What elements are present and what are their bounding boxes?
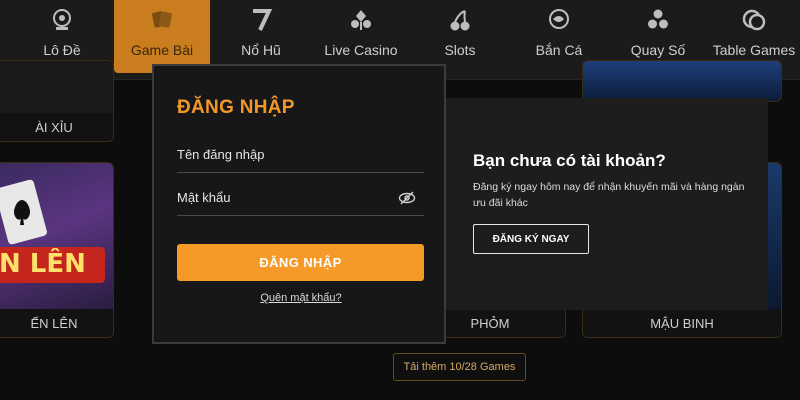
game-card-tai-xiu[interactable]: ÀI XỈU [0,60,114,142]
fish-icon [543,4,575,36]
password-field[interactable] [177,180,424,216]
cherry-icon [444,4,476,36]
playing-cards-icon [146,4,178,36]
load-more-button[interactable]: Tải thêm 10/28 Games [393,353,526,381]
game-card-top-right[interactable] [582,60,782,102]
register-title: Bạn chưa có tài khoản? [473,151,666,170]
register-description: Đăng ký ngay hôm nay để nhận khuyến mãi … [473,181,745,209]
nav-label: Table Games [712,42,796,58]
login-modal: ĐĂNG NHẬP ĐĂNG NHẬP Quên mật khẩu? [152,64,446,344]
game-thumbnail [583,61,781,101]
password-input[interactable] [177,180,424,215]
nav-item-live-casino[interactable]: Live Casino [318,0,404,72]
nav-label: Slots [444,42,476,58]
nav-label: Quay Số [630,42,686,58]
nav-label: Game Bài [130,42,194,58]
login-title: ĐĂNG NHẬP [177,97,295,118]
lottery-balls-icon [642,4,674,36]
chips-icon [738,4,770,36]
game-card-title: ẾN LÊN [0,309,113,337]
nav-label: Bắn Cá [535,42,583,58]
game-art-image [0,179,105,283]
game-art-label: N LÊN [0,249,86,279]
game-card-tien-len[interactable]: N LÊN ẾN LÊN [0,162,114,338]
nav-label: Lô Đề [43,42,81,58]
nav-item-slots[interactable]: Slots [430,0,490,72]
register-button[interactable]: ĐĂNG KÝ NGAY [473,224,589,254]
slot-seven-icon [245,4,277,36]
forgot-password-link[interactable]: Quên mật khẩu? [154,292,448,304]
nav-label: Nổ Hũ [241,42,281,58]
username-field[interactable] [177,137,424,173]
game-thumbnail [0,61,113,113]
eye-slash-icon[interactable] [398,190,416,206]
register-panel: Bạn chưa có tài khoản? Đăng ký ngay hôm … [446,98,768,310]
username-input[interactable] [177,137,424,172]
game-card-title: ÀI XỈU [0,113,113,141]
login-submit-button[interactable]: ĐĂNG NHẬP [177,244,424,281]
lottery-ball-icon [46,4,78,36]
nav-item-game-bai[interactable]: Game Bài [114,0,210,73]
nav-item-no-hu[interactable]: Nổ Hũ [224,0,298,72]
nav-label: Live Casino [324,42,398,58]
game-thumbnail: N LÊN [0,163,113,309]
card-suits-icon [345,4,377,36]
game-card-title: MẬU BINH [583,309,781,337]
